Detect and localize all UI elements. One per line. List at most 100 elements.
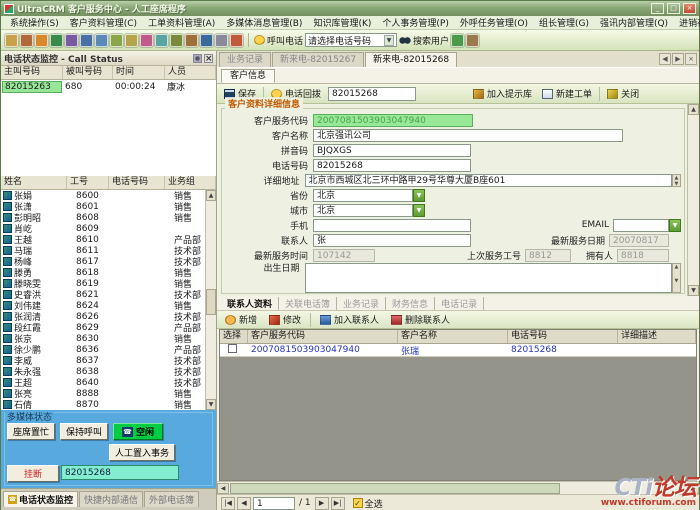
left-tab[interactable]: ☎ 快捷内部通信 [79,491,143,507]
birthday-spinner[interactable]: ▲▼ [672,263,681,293]
toolbar-icon[interactable] [5,34,18,47]
col-phone[interactable]: 电话号码 [109,176,165,189]
toolbar-icon[interactable] [155,34,168,47]
pin-icon[interactable] [193,54,202,63]
col-id[interactable]: 工号 [67,176,109,189]
add-contact-button[interactable]: 加入联系人 [317,312,382,327]
add-tip-button[interactable]: 加入提示库 [470,86,535,101]
close-button[interactable]: × [683,3,696,14]
form-scroll-up-icon[interactable]: ▲ [688,104,699,115]
phone-number-combo[interactable]: 请选择电话号码 ▼ [305,33,397,47]
menu-item[interactable]: 工单资料管理(A) [143,15,220,30]
contact-field[interactable]: 张 [313,234,471,247]
call-row[interactable]: 82015263 680 00:00:24 康冰 [1,80,216,93]
toolbar-icon[interactable] [230,34,243,47]
city-combo[interactable]: 北京 [313,204,413,217]
row-checkbox[interactable] [228,344,237,353]
minimize-button[interactable]: _ [651,3,664,14]
col-description[interactable]: 详细描述 [618,330,696,343]
phone-field[interactable]: 82015268 [313,159,471,172]
toolbar-icon[interactable] [185,34,198,47]
manual-task-button[interactable]: 人工置入事务 [109,444,175,461]
toolbar-icon[interactable] [50,34,63,47]
email-combo[interactable] [613,219,669,232]
callback-number-field[interactable]: 82015268 [328,87,416,101]
province-dropdown-icon[interactable]: ▼ [413,189,425,202]
col-cs-code[interactable]: 客户服务代码 [248,330,398,343]
search-user-button[interactable]: 搜索用户 [399,34,449,47]
h-scroll-left-icon[interactable]: ◀ [217,483,229,494]
new-workorder-button[interactable]: 新建工单 [539,86,595,101]
restore-button[interactable]: □ [667,3,680,14]
h-scrollbar[interactable]: ◀ ▶ [217,481,699,494]
toolbar-icon[interactable] [215,34,228,47]
tab-close-icon[interactable]: × [685,53,697,65]
document-tab[interactable]: 新来电-82015268 [365,52,457,67]
province-combo[interactable]: 北京 [313,189,413,202]
col-group[interactable]: 业务组 [165,176,216,189]
col-caller[interactable]: 主叫号码 [1,66,63,79]
prev-page-icon[interactable]: ◀ [237,497,251,510]
col-customer-name[interactable]: 客户名称 [398,330,508,343]
menu-item[interactable]: 外呼任务管理(O) [455,15,533,30]
add-button[interactable]: 新增 [222,312,260,327]
toolbar-icon[interactable] [65,34,78,47]
first-page-icon[interactable]: |◀ [221,497,235,510]
toolbar-icon[interactable] [80,34,93,47]
menu-item[interactable]: 知识库管理(K) [308,15,376,30]
select-all-checkbox[interactable]: ✓ [353,498,363,508]
last-page-icon[interactable]: ▶| [331,497,345,510]
hangup-number-field[interactable]: 82015268 [61,465,179,480]
combo-arrow-icon[interactable]: ▼ [384,35,394,46]
form-scrollbar[interactable]: ▲ ▼ [687,104,699,296]
toolbar-icon[interactable] [20,34,33,47]
toolbar-icon[interactable] [140,34,153,47]
left-tab[interactable]: ☎ 电话状态监控 [3,491,78,507]
mobile-field[interactable] [313,219,471,232]
call-phone-button[interactable]: 呼叫电话 [254,34,303,47]
col-select[interactable]: 选择 [220,330,248,343]
menu-item[interactable]: 系统操作(S) [5,15,64,30]
delete-contact-button[interactable]: 删除联系人 [388,312,453,327]
next-page-icon[interactable]: ▶ [315,497,329,510]
col-name[interactable]: 姓名 [1,176,67,189]
page-number-field[interactable]: 1 [253,497,295,510]
toolbar-icon[interactable] [110,34,123,47]
refresh-icon[interactable] [451,34,464,47]
staff-row[interactable]: 石倩 8870 销售 [1,399,205,410]
document-tab[interactable]: 业务记录 [219,52,271,67]
help-user-icon[interactable] [466,34,479,47]
address-spinner[interactable]: ▲▼ [672,174,681,187]
toolbar-icon[interactable] [95,34,108,47]
toolbar-icon[interactable] [170,34,183,47]
city-dropdown-icon[interactable]: ▼ [413,204,425,217]
tab-customer-info[interactable]: 客户信息 [221,69,275,83]
hold-call-button[interactable]: 保持呼叫 [60,423,108,440]
idle-button[interactable]: ☎ 空闲 [113,423,163,440]
scroll-down-icon[interactable]: ▼ [206,399,216,410]
birthday-field[interactable] [305,263,672,293]
contact-tab[interactable]: 电话记录 [435,297,484,310]
toolbar-icon[interactable] [200,34,213,47]
tab-scroll-left-icon[interactable]: ◀ [659,53,671,65]
h-scroll-right-icon[interactable]: ▶ [687,483,699,494]
tab-scroll-right-icon[interactable]: ▶ [672,53,684,65]
agent-busy-button[interactable]: 座席置忙 [7,423,55,440]
address-field[interactable]: 北京市西城区北三环中路甲29号华尊大厦B座601 [305,174,672,187]
scroll-thumb[interactable] [206,289,216,315]
col-time[interactable]: 时间 [113,66,165,79]
hangup-button[interactable]: 挂断 [7,465,59,482]
contact-tab[interactable]: 联系人资料 [221,297,279,310]
panel-close-icon[interactable]: × [204,54,213,63]
col-phone-number[interactable]: 电话号码 [508,330,618,343]
toolbar-icon[interactable] [35,34,48,47]
menu-item[interactable]: 强讯内部管理(Q) [595,15,673,30]
contact-tab[interactable]: 关联电话簿 [279,297,337,310]
contact-row[interactable]: 2007081503903047940 张瑞 82015268 [220,344,696,357]
edit-button[interactable]: 修改 [266,312,304,327]
col-agent[interactable]: 人员 [165,66,216,79]
customer-name-field[interactable]: 北京强讯公司 [313,129,623,142]
contact-tab[interactable]: 业务记录 [337,297,386,310]
menu-item[interactable]: 进销存管理 [674,15,700,30]
scroll-up-icon[interactable]: ▲ [206,190,216,201]
